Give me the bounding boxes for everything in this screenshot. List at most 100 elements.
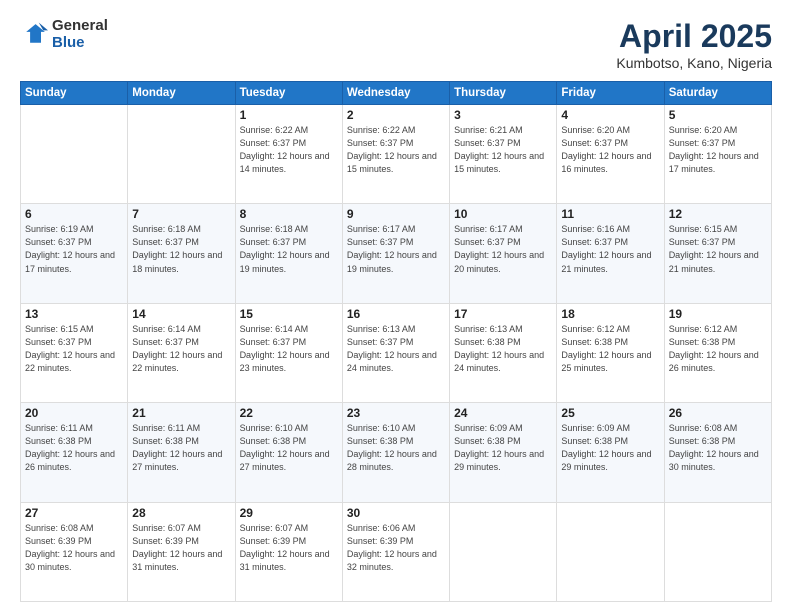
calendar-cell: 2 Sunrise: 6:22 AM Sunset: 6:37 PM Daylig… — [342, 105, 449, 204]
day-number: 1 — [240, 108, 338, 122]
col-wednesday: Wednesday — [342, 82, 449, 105]
calendar-week-5: 27 Sunrise: 6:08 AM Sunset: 6:39 PM Dayli… — [21, 502, 772, 601]
calendar-cell: 27 Sunrise: 6:08 AM Sunset: 6:39 PM Dayli… — [21, 502, 128, 601]
col-friday: Friday — [557, 82, 664, 105]
calendar-cell: 24 Sunrise: 6:09 AM Sunset: 6:38 PM Dayli… — [450, 403, 557, 502]
day-number: 22 — [240, 406, 338, 420]
day-info: Sunrise: 6:17 AM Sunset: 6:37 PM Dayligh… — [347, 223, 445, 275]
day-info: Sunrise: 6:13 AM Sunset: 6:38 PM Dayligh… — [454, 323, 552, 375]
calendar-cell: 15 Sunrise: 6:14 AM Sunset: 6:37 PM Dayli… — [235, 303, 342, 402]
day-info: Sunrise: 6:06 AM Sunset: 6:39 PM Dayligh… — [347, 522, 445, 574]
day-info: Sunrise: 6:19 AM Sunset: 6:37 PM Dayligh… — [25, 223, 123, 275]
day-info: Sunrise: 6:18 AM Sunset: 6:37 PM Dayligh… — [132, 223, 230, 275]
day-info: Sunrise: 6:10 AM Sunset: 6:38 PM Dayligh… — [240, 422, 338, 474]
col-saturday: Saturday — [664, 82, 771, 105]
calendar-cell: 9Sunrise: 6:17 AM Sunset: 6:37 PM Daylig… — [342, 204, 449, 303]
day-info: Sunrise: 6:08 AM Sunset: 6:39 PM Dayligh… — [25, 522, 123, 574]
calendar-cell: 4 Sunrise: 6:20 AM Sunset: 6:37 PM Daylig… — [557, 105, 664, 204]
col-tuesday: Tuesday — [235, 82, 342, 105]
day-info: Sunrise: 6:15 AM Sunset: 6:37 PM Dayligh… — [669, 223, 767, 275]
calendar-cell: 22 Sunrise: 6:10 AM Sunset: 6:38 PM Dayli… — [235, 403, 342, 502]
day-number: 3 — [454, 108, 552, 122]
day-number: 28 — [132, 506, 230, 520]
calendar-cell: 12 Sunrise: 6:15 AM Sunset: 6:37 PM Dayli… — [664, 204, 771, 303]
day-number: 2 — [347, 108, 445, 122]
calendar-cell: 10 Sunrise: 6:17 AM Sunset: 6:37 PM Dayli… — [450, 204, 557, 303]
calendar-cell: 8 Sunrise: 6:18 AM Sunset: 6:37 PM Daylig… — [235, 204, 342, 303]
day-info: Sunrise: 6:20 AM Sunset: 6:37 PM Dayligh… — [669, 124, 767, 176]
day-info: Sunrise: 6:11 AM Sunset: 6:38 PM Dayligh… — [132, 422, 230, 474]
logo-blue-text: Blue — [52, 35, 108, 52]
logo-icon — [20, 21, 48, 49]
calendar-cell: 1 Sunrise: 6:22 AM Sunset: 6:37 PM Daylig… — [235, 105, 342, 204]
calendar-cell: 3 Sunrise: 6:21 AM Sunset: 6:37 PM Daylig… — [450, 105, 557, 204]
day-number: 5 — [669, 108, 767, 122]
day-number: 15 — [240, 307, 338, 321]
day-number: 30 — [347, 506, 445, 520]
day-info: Sunrise: 6:12 AM Sunset: 6:38 PM Dayligh… — [669, 323, 767, 375]
calendar-cell: 16 Sunrise: 6:13 AM Sunset: 6:37 PM Dayli… — [342, 303, 449, 402]
day-number: 25 — [561, 406, 659, 420]
day-number: 17 — [454, 307, 552, 321]
day-info: Sunrise: 6:11 AM Sunset: 6:38 PM Dayligh… — [25, 422, 123, 474]
day-number: 16 — [347, 307, 445, 321]
calendar-cell: 6 Sunrise: 6:19 AM Sunset: 6:37 PM Daylig… — [21, 204, 128, 303]
calendar-cell: 28 Sunrise: 6:07 AM Sunset: 6:39 PM Dayli… — [128, 502, 235, 601]
day-number: 6 — [25, 207, 123, 221]
calendar-cell: 13Sunrise: 6:15 AM Sunset: 6:37 PM Dayli… — [21, 303, 128, 402]
page: General Blue April 2025 Kumbotso, Kano, … — [0, 0, 792, 612]
calendar-week-1: 1 Sunrise: 6:22 AM Sunset: 6:37 PM Daylig… — [21, 105, 772, 204]
calendar-table: Sunday Monday Tuesday Wednesday Thursday… — [20, 81, 772, 602]
header: General Blue April 2025 Kumbotso, Kano, … — [20, 18, 772, 71]
day-info: Sunrise: 6:14 AM Sunset: 6:37 PM Dayligh… — [240, 323, 338, 375]
calendar-week-4: 20 Sunrise: 6:11 AM Sunset: 6:38 PM Dayli… — [21, 403, 772, 502]
calendar-cell: 18 Sunrise: 6:12 AM Sunset: 6:38 PM Dayli… — [557, 303, 664, 402]
day-info: Sunrise: 6:22 AM Sunset: 6:37 PM Dayligh… — [240, 124, 338, 176]
day-info: Sunrise: 6:21 AM Sunset: 6:37 PM Dayligh… — [454, 124, 552, 176]
day-info: Sunrise: 6:07 AM Sunset: 6:39 PM Dayligh… — [240, 522, 338, 574]
day-info: Sunrise: 6:09 AM Sunset: 6:38 PM Dayligh… — [454, 422, 552, 474]
calendar-cell: 21Sunrise: 6:11 AM Sunset: 6:38 PM Dayli… — [128, 403, 235, 502]
day-info: Sunrise: 6:09 AM Sunset: 6:38 PM Dayligh… — [561, 422, 659, 474]
logo-text: General Blue — [52, 18, 108, 51]
col-sunday: Sunday — [21, 82, 128, 105]
day-number: 20 — [25, 406, 123, 420]
day-info: Sunrise: 6:18 AM Sunset: 6:37 PM Dayligh… — [240, 223, 338, 275]
calendar-header-row: Sunday Monday Tuesday Wednesday Thursday… — [21, 82, 772, 105]
day-info: Sunrise: 6:14 AM Sunset: 6:37 PM Dayligh… — [132, 323, 230, 375]
calendar-cell — [450, 502, 557, 601]
calendar-cell: 30 Sunrise: 6:06 AM Sunset: 6:39 PM Dayli… — [342, 502, 449, 601]
logo: General Blue — [20, 18, 108, 51]
day-number: 18 — [561, 307, 659, 321]
day-info: Sunrise: 6:12 AM Sunset: 6:38 PM Dayligh… — [561, 323, 659, 375]
calendar-cell — [557, 502, 664, 601]
day-number: 26 — [669, 406, 767, 420]
day-number: 8 — [240, 207, 338, 221]
day-number: 13 — [25, 307, 123, 321]
day-info: Sunrise: 6:07 AM Sunset: 6:39 PM Dayligh… — [132, 522, 230, 574]
day-number: 4 — [561, 108, 659, 122]
day-info: Sunrise: 6:16 AM Sunset: 6:37 PM Dayligh… — [561, 223, 659, 275]
day-info: Sunrise: 6:08 AM Sunset: 6:38 PM Dayligh… — [669, 422, 767, 474]
calendar-cell: 11Sunrise: 6:16 AM Sunset: 6:37 PM Dayli… — [557, 204, 664, 303]
calendar-cell: 25 Sunrise: 6:09 AM Sunset: 6:38 PM Dayli… — [557, 403, 664, 502]
title-block: April 2025 Kumbotso, Kano, Nigeria — [616, 18, 772, 71]
day-number: 10 — [454, 207, 552, 221]
calendar-cell — [128, 105, 235, 204]
day-number: 24 — [454, 406, 552, 420]
calendar-week-2: 6 Sunrise: 6:19 AM Sunset: 6:37 PM Daylig… — [21, 204, 772, 303]
day-number: 7 — [132, 207, 230, 221]
calendar-cell: 5 Sunrise: 6:20 AM Sunset: 6:37 PM Daylig… — [664, 105, 771, 204]
calendar-cell: 26 Sunrise: 6:08 AM Sunset: 6:38 PM Dayli… — [664, 403, 771, 502]
calendar-body: 1 Sunrise: 6:22 AM Sunset: 6:37 PM Daylig… — [21, 105, 772, 602]
calendar-cell: 20 Sunrise: 6:11 AM Sunset: 6:38 PM Dayli… — [21, 403, 128, 502]
col-thursday: Thursday — [450, 82, 557, 105]
day-number: 19 — [669, 307, 767, 321]
day-info: Sunrise: 6:13 AM Sunset: 6:37 PM Dayligh… — [347, 323, 445, 375]
calendar-cell: 14Sunrise: 6:14 AM Sunset: 6:37 PM Dayli… — [128, 303, 235, 402]
day-info: Sunrise: 6:22 AM Sunset: 6:37 PM Dayligh… — [347, 124, 445, 176]
day-info: Sunrise: 6:17 AM Sunset: 6:37 PM Dayligh… — [454, 223, 552, 275]
day-number: 12 — [669, 207, 767, 221]
day-info: Sunrise: 6:20 AM Sunset: 6:37 PM Dayligh… — [561, 124, 659, 176]
day-number: 27 — [25, 506, 123, 520]
